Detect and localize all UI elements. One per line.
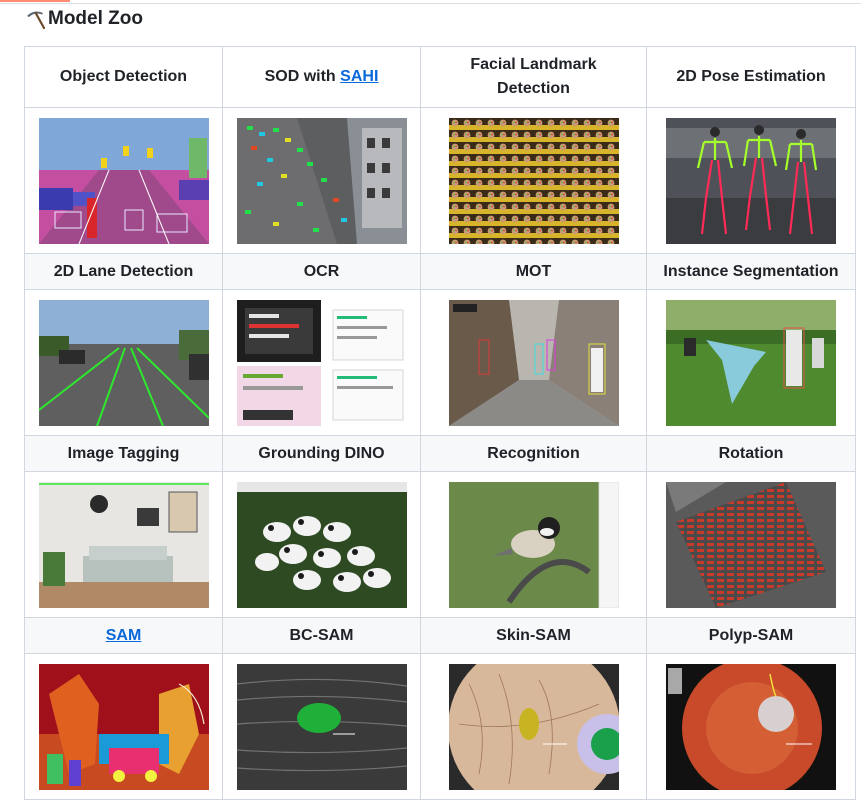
cell-mot: MOT <box>420 253 647 290</box>
image-cell <box>222 653 421 800</box>
image-cell <box>24 107 223 254</box>
image-tagging-thumbnail <box>38 481 209 608</box>
instance-segmentation-thumbnail <box>666 299 836 426</box>
image-cell <box>24 289 223 436</box>
cell-image-tagging: Image Tagging <box>24 435 223 472</box>
image-cell <box>222 289 421 436</box>
top-divider <box>0 3 861 4</box>
table-header-row: Object Detection SOD with SAHI Facial La… <box>24 46 856 108</box>
cell-instance-segmentation: Instance Segmentation <box>646 253 856 290</box>
cell-sod-sahi: SOD with SAHI <box>222 46 421 108</box>
grounding-dino-thumbnail <box>236 481 407 608</box>
label-mot: MOT <box>515 262 552 280</box>
image-cell <box>646 471 856 618</box>
cell-lane-detection: 2D Lane Detection <box>24 253 223 290</box>
image-cell <box>420 107 647 254</box>
table-row <box>24 107 856 254</box>
table-row <box>24 289 856 436</box>
label-recognition: Recognition <box>487 444 580 462</box>
cell-recognition: Recognition <box>420 435 647 472</box>
table-header-row: SAM BC-SAM Skin-SAM Polyp-SAM <box>24 617 856 654</box>
label-lane-detection: 2D Lane Detection <box>53 262 194 280</box>
image-cell <box>420 289 647 436</box>
label-sod-prefix: SOD with <box>264 68 341 85</box>
sod-sahi-thumbnail <box>236 117 407 244</box>
image-cell <box>646 107 856 254</box>
top-accent-bar <box>0 0 70 2</box>
image-cell <box>222 471 421 618</box>
label-grounding-dino: Grounding DINO <box>258 444 385 462</box>
label-skin-sam: Skin-SAM <box>496 626 571 644</box>
label-polyp-sam: Polyp-SAM <box>708 626 794 644</box>
cell-polyp-sam: Polyp-SAM <box>646 617 856 654</box>
label-ocr: OCR <box>303 262 340 280</box>
cell-bc-sam: BC-SAM <box>222 617 421 654</box>
cell-sam: SAM <box>24 617 223 654</box>
polyp-sam-thumbnail <box>666 663 836 790</box>
sam-link[interactable]: SAM <box>106 627 142 644</box>
image-cell <box>646 653 856 800</box>
cell-ocr: OCR <box>222 253 421 290</box>
bc-sam-thumbnail <box>236 663 407 790</box>
image-cell <box>420 471 647 618</box>
image-cell <box>222 107 421 254</box>
sahi-link[interactable]: SAHI <box>340 68 378 85</box>
skin-sam-thumbnail <box>448 663 619 790</box>
label-rotation: Rotation <box>718 444 784 462</box>
object-detection-thumbnail <box>38 117 209 244</box>
facial-landmark-thumbnail <box>448 117 619 244</box>
mot-thumbnail <box>448 299 619 426</box>
image-cell <box>24 471 223 618</box>
label-bc-sam: BC-SAM <box>289 626 354 644</box>
section-heading: Model Zoo <box>24 6 143 32</box>
section-title: Model Zoo <box>48 8 143 29</box>
cell-rotation: Rotation <box>646 435 856 472</box>
cell-skin-sam: Skin-SAM <box>420 617 647 654</box>
label-instance-segmentation: Instance Segmentation <box>663 262 839 280</box>
image-cell <box>420 653 647 800</box>
table-row <box>24 653 856 800</box>
cell-grounding-dino: Grounding DINO <box>222 435 421 472</box>
ocr-thumbnail <box>236 299 407 426</box>
cell-object-detection: Object Detection <box>24 46 223 108</box>
table-header-row: Image Tagging Grounding DINO Recognition… <box>24 435 856 472</box>
sam-thumbnail <box>38 663 209 790</box>
label-image-tagging: Image Tagging <box>67 444 180 462</box>
image-cell <box>646 289 856 436</box>
table-header-row: 2D Lane Detection OCR MOT Instance Segme… <box>24 253 856 290</box>
model-zoo-table: Object Detection SOD with SAHI Facial La… <box>24 46 856 800</box>
lane-detection-thumbnail <box>38 299 209 426</box>
image-cell <box>24 653 223 800</box>
cell-pose-estimation: 2D Pose Estimation <box>646 46 856 108</box>
table-row <box>24 471 856 618</box>
label-facial-landmark-line2: Detection <box>497 80 570 97</box>
recognition-thumbnail <box>448 481 619 608</box>
label-object-detection: Object Detection <box>59 68 188 85</box>
pick-icon <box>27 11 46 30</box>
label-pose-estimation: 2D Pose Estimation <box>676 68 826 85</box>
label-facial-landmark-line1: Facial Landmark <box>470 56 597 73</box>
pose-estimation-thumbnail <box>666 117 836 244</box>
rotation-thumbnail <box>666 481 836 608</box>
cell-facial-landmark: Facial Landmark Detection <box>420 46 647 108</box>
